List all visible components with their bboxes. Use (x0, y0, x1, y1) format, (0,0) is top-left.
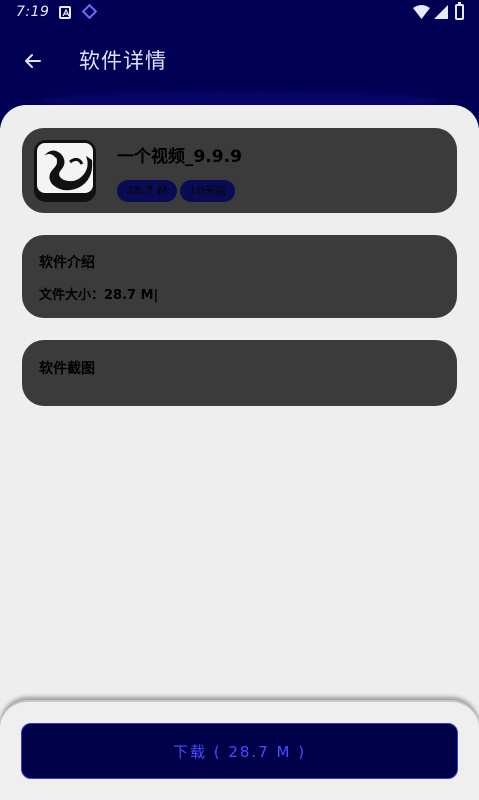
file-size-text: 文件大小：28.7 M| (39, 288, 159, 303)
battery-icon (455, 2, 464, 20)
screenshots-title: 软件截图 (39, 361, 95, 377)
signal-icon (434, 5, 448, 19)
diamond-icon (81, 3, 98, 20)
status-time: 7:19 (16, 4, 50, 20)
app-info-card: 一个视频_9.9.9 28.7 M 10天前 (22, 128, 457, 213)
status-bar: 7:19 (0, 0, 479, 26)
download-button[interactable]: 下载 ( 28.7 M ) (21, 723, 458, 779)
notification-a-icon (59, 6, 71, 19)
intro-card: 软件介绍 文件大小：28.7 M| (22, 235, 457, 318)
page-title: 软件详情 (79, 49, 167, 73)
size-badge: 28.7 M (117, 180, 177, 202)
app-name: 一个视频_9.9.9 (117, 147, 242, 167)
yin-yang-app-icon (34, 140, 96, 202)
screenshots-card: 软件截图 (22, 340, 457, 406)
arrow-left-icon (25, 54, 41, 68)
intro-title: 软件介绍 (39, 255, 95, 271)
updated-badge: 10天前 (180, 180, 236, 202)
back-button[interactable] (18, 46, 48, 76)
wifi-icon (413, 5, 430, 19)
